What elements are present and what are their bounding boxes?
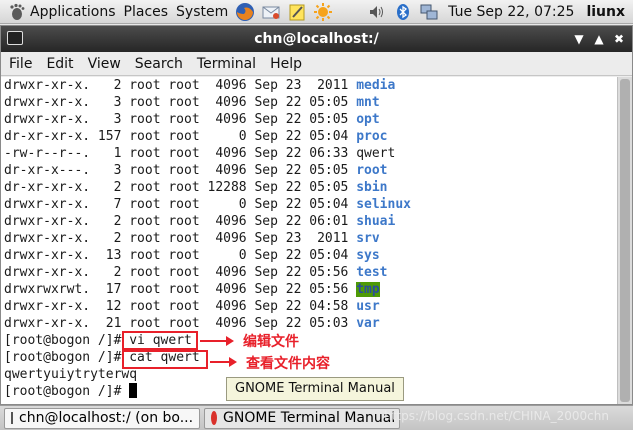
menu-view[interactable]: View: [80, 56, 127, 72]
task-terminal[interactable]: chn@localhost:/ (on bo...: [4, 407, 200, 429]
menu-terminal[interactable]: Terminal: [189, 56, 262, 72]
tooltip: GNOME Terminal Manual: [226, 377, 404, 401]
listing-name: media: [356, 78, 396, 93]
listing-meta: dr-xr-xr-x. 157 root root 0 Sep 22 05:04: [4, 129, 357, 144]
listing-meta: drwxr-xr-x. 2 root root 4096 Sep 23 2011: [4, 78, 357, 93]
menu-help[interactable]: Help: [262, 56, 308, 72]
listing-row: drwxr-xr-x. 7 root root 0 Sep 22 05:04 s…: [1, 196, 618, 213]
notes-icon[interactable]: [287, 2, 307, 22]
listing-meta: drwxr-xr-x. 2 root root 4096 Sep 22 05:5…: [4, 265, 357, 280]
clock[interactable]: Tue Sep 22, 07:25: [442, 4, 586, 20]
listing-row: drwxr-xr-x. 2 root root 4096 Sep 22 06:0…: [1, 213, 618, 230]
window-title-bar[interactable]: chn@localhost:/ ▼ ▲ ✖: [1, 26, 632, 52]
menu-bar: File Edit View Search Terminal Help: [1, 52, 632, 76]
annotation-label-view: 查看文件内容: [246, 356, 330, 372]
listing-meta: dr-xr-x---. 3 root root 4096 Sep 22 05:0…: [4, 163, 357, 178]
listing-row: drwxr-xr-x. 2 root root 4096 Sep 23 2011…: [1, 230, 618, 247]
listing-row: dr-xr-xr-x. 157 root root 0 Sep 22 05:04…: [1, 128, 618, 145]
maximize-icon[interactable]: ▲: [591, 31, 607, 47]
terminal-icon: [7, 31, 23, 45]
listing-meta: drwxr-xr-x. 13 root root 0 Sep 22 05:04: [4, 248, 357, 263]
listing-row: dr-xr-xr-x. 2 root root 12288 Sep 22 05:…: [1, 179, 618, 196]
listing-name: sys: [356, 248, 380, 263]
listing-name: srv: [356, 231, 380, 246]
applications-label: Applications: [30, 3, 116, 20]
annotation-label-edit: 编辑文件: [243, 334, 299, 350]
listing-row: -rw-r--r--. 1 root root 4096 Sep 22 06:3…: [1, 145, 618, 162]
listing-row: drwxr-xr-x. 21 root root 4096 Sep 22 05:…: [1, 315, 618, 332]
minimize-icon[interactable]: ▼: [571, 31, 587, 47]
listing-row: drwxr-xr-x. 2 root root 4096 Sep 23 2011…: [1, 77, 618, 94]
system-label: System: [176, 3, 229, 20]
listing-name: tmp: [356, 282, 380, 297]
listing-name: root: [356, 163, 388, 178]
task-terminal-label: chn@localhost:/ (on bo...: [19, 410, 194, 426]
listing-meta: drwxrwxrwt. 17 root root 4096 Sep 22 05:…: [4, 282, 357, 297]
listing-name: var: [356, 316, 380, 331]
listing-row: dr-xr-x---. 3 root root 4096 Sep 22 05:0…: [1, 162, 618, 179]
task-manual[interactable]: GNOME Terminal Manual: [204, 407, 400, 429]
text-cursor: [129, 383, 138, 398]
annotation-arrow-cat: [210, 357, 237, 367]
listing-meta: drwxr-xr-x. 7 root root 0 Sep 22 05:04: [4, 197, 357, 212]
listing-meta: drwxr-xr-x. 2 root root 4096 Sep 23 2011: [4, 231, 357, 246]
listing-name: shuai: [356, 214, 396, 229]
foot-icon: [7, 2, 27, 22]
listing-name: sbin: [356, 180, 388, 195]
weather-icon[interactable]: [313, 2, 333, 22]
listing-meta: drwxr-xr-x. 12 root root 4096 Sep 22 04:…: [4, 299, 357, 314]
volume-icon[interactable]: [367, 2, 387, 22]
listing-meta: -rw-r--r--. 1 root root 4096 Sep 22 06:3…: [4, 146, 357, 161]
bluetooth-icon[interactable]: [393, 2, 413, 22]
prompt: [root@bogon /]#: [4, 384, 122, 399]
firefox-icon[interactable]: [235, 2, 255, 22]
taskbar: chn@localhost:/ (on bo... GNOME Terminal…: [0, 405, 633, 430]
listing-row: drwxr-xr-x. 13 root root 0 Sep 22 05:04 …: [1, 247, 618, 264]
menu-search[interactable]: Search: [127, 56, 189, 72]
listing-name: test: [356, 265, 388, 280]
window-title: chn@localhost:/: [254, 31, 379, 47]
listing-meta: drwxr-xr-x. 3 root root 4096 Sep 22 05:0…: [4, 95, 357, 110]
listing-meta: drwxr-xr-x. 21 root root 4096 Sep 22 05:…: [4, 316, 357, 331]
places-label: Places: [123, 3, 169, 20]
network-icon[interactable]: [419, 2, 439, 22]
top-panel: Applications Places System Tue Sep 22, 0…: [0, 0, 633, 24]
listing-row: drwxr-xr-x. 2 root root 4096 Sep 22 05:5…: [1, 264, 618, 281]
prompt: [root@bogon /]#: [4, 333, 122, 348]
places-menu[interactable]: Places: [120, 0, 173, 24]
annotation-box-vi: [122, 331, 198, 350]
system-menu[interactable]: System: [172, 0, 232, 24]
listing-meta: drwxr-xr-x. 2 root root 4096 Sep 22 06:0…: [4, 214, 357, 229]
mail-icon[interactable]: [261, 2, 281, 22]
prompt: [root@bogon /]#: [4, 350, 122, 365]
menu-file[interactable]: File: [1, 56, 38, 72]
prompt-line-vi: [root@bogon /]# vi qwert: [1, 332, 618, 349]
annotation-arrow-vi: [200, 336, 234, 346]
scrollbar-thumb[interactable]: [620, 79, 630, 402]
user-menu[interactable]: liunx: [586, 4, 633, 20]
listing-name: selinux: [356, 197, 411, 212]
menu-edit[interactable]: Edit: [38, 56, 79, 72]
listing-meta: dr-xr-xr-x. 2 root root 12288 Sep 22 05:…: [4, 180, 357, 195]
scrollbar[interactable]: [617, 77, 632, 404]
terminal-window: chn@localhost:/ ▼ ▲ ✖ File Edit View Sea…: [0, 25, 633, 405]
listing-name: proc: [356, 129, 388, 144]
task-manual-label: GNOME Terminal Manual: [223, 410, 396, 426]
listing-row: drwxr-xr-x. 3 root root 4096 Sep 22 05:0…: [1, 94, 618, 111]
listing-row: drwxrwxrwt. 17 root root 4096 Sep 22 05:…: [1, 281, 618, 298]
listing-name: qwert: [356, 146, 396, 161]
listing-meta: drwxr-xr-x. 3 root root 4096 Sep 22 05:0…: [4, 112, 357, 127]
listing-name: mnt: [356, 95, 380, 110]
terminal-icon: [11, 412, 13, 424]
listing-row: drwxr-xr-x. 12 root root 4096 Sep 22 04:…: [1, 298, 618, 315]
listing-row: drwxr-xr-x. 3 root root 4096 Sep 22 05:0…: [1, 111, 618, 128]
listing-name: usr: [356, 299, 380, 314]
applications-menu[interactable]: Applications: [0, 0, 120, 24]
help-icon: [211, 411, 217, 425]
file-listing: drwxr-xr-x. 2 root root 4096 Sep 23 2011…: [1, 77, 618, 332]
watermark: https://blog.csdn.net/CHINA_2000chn: [384, 409, 609, 423]
close-icon[interactable]: ✖: [611, 31, 627, 47]
listing-name: opt: [356, 112, 380, 127]
annotation-box-cat: [122, 350, 208, 369]
